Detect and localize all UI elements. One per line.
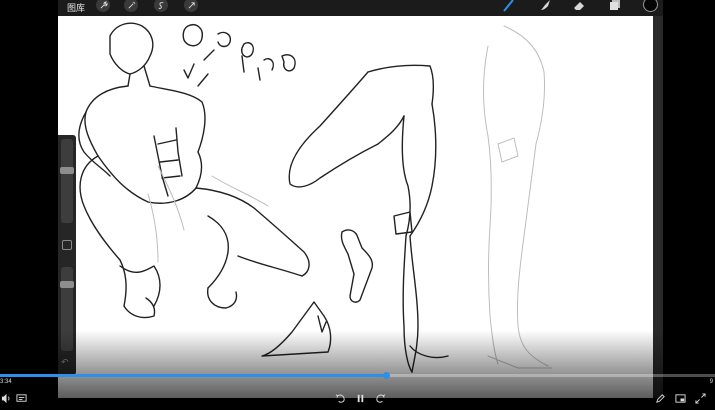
current-time: 3:34 [0, 379, 12, 385]
eraser-icon[interactable] [570, 0, 588, 13]
opacity-handle[interactable] [60, 281, 74, 288]
transform-arrow-icon[interactable] [184, 0, 198, 12]
brush-size-handle[interactable] [60, 167, 74, 174]
rewind-icon[interactable] [334, 392, 346, 404]
wrench-icon[interactable] [96, 0, 110, 12]
fullscreen-icon[interactable] [694, 392, 706, 404]
pause-icon[interactable] [354, 392, 366, 404]
selection-icon[interactable] [154, 0, 168, 12]
modify-button[interactable] [62, 240, 72, 250]
smudge-icon[interactable] [536, 0, 554, 13]
forward-icon[interactable] [374, 392, 386, 404]
brush-size-slider[interactable] [60, 139, 74, 223]
layers-icon[interactable] [606, 0, 624, 13]
magic-wand-icon[interactable] [124, 0, 138, 12]
picture-in-picture-icon[interactable] [674, 392, 686, 404]
video-progress-fill [0, 374, 387, 377]
brush-icon[interactable] [500, 0, 518, 13]
volume-icon[interactable] [0, 392, 12, 404]
video-progress-bar[interactable] [0, 372, 715, 379]
gallery-button[interactable]: 图库 [67, 1, 85, 14]
color-picker-button[interactable] [643, 0, 658, 12]
subtitles-icon[interactable] [15, 392, 27, 404]
edit-pen-icon[interactable] [654, 392, 666, 404]
end-time: 9 [709, 379, 713, 385]
video-frame: 图库 ↶ [0, 0, 715, 410]
app-toolbar: 图库 [58, 0, 663, 16]
